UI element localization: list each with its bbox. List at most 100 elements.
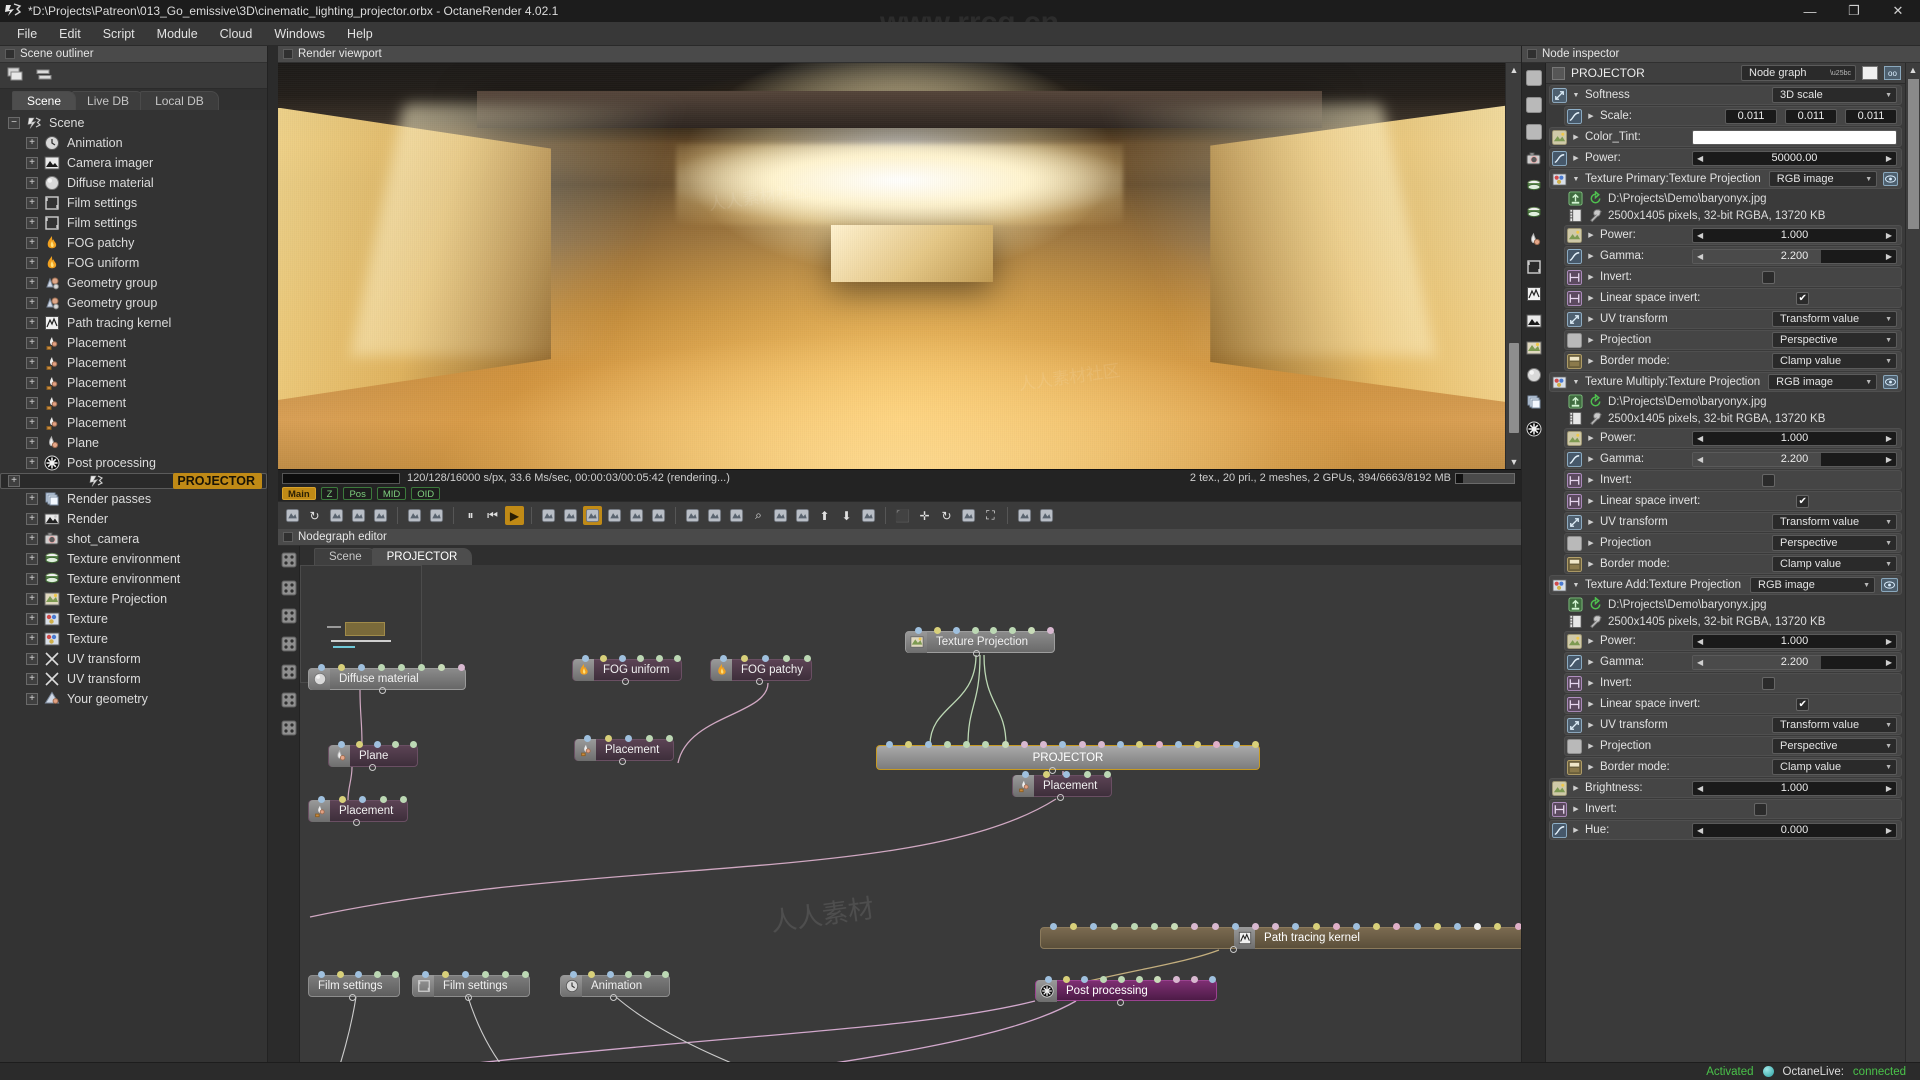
inspector-scrollbar-thumb[interactable]	[1908, 79, 1919, 229]
property-slider-power[interactable]: ◀ 1.000 ▶	[1692, 227, 1897, 243]
color-swatch-color-tint[interactable]	[1692, 129, 1897, 145]
expand-triangle-icon[interactable]: ▶	[1586, 637, 1596, 645]
tree-item-your-geometry[interactable]: + Your geometry	[0, 689, 267, 709]
property-row-gamma[interactable]: ▶ Gamma: ◀ 2.200 ▶	[1564, 246, 1902, 266]
node-input-pin[interactable]	[1097, 741, 1105, 748]
tree-item-render-passes[interactable]: + Render passes	[0, 489, 267, 509]
expand-triangle-icon[interactable]: ▶	[1586, 560, 1596, 568]
expand-triangle-icon[interactable]: ▶	[1586, 476, 1596, 484]
checkbox-invert-bottom[interactable]	[1754, 802, 1768, 816]
property-select-border-mode[interactable]: Clamp value ▼	[1772, 759, 1897, 775]
expand-triangle-icon[interactable]: ▶	[1586, 742, 1596, 750]
node-input-pin[interactable]	[924, 741, 932, 748]
env-icon[interactable]	[1526, 205, 1542, 221]
node-input-pin[interactable]	[1231, 923, 1239, 930]
property-select-uv-transform[interactable]: Transform value ▼	[1772, 717, 1897, 733]
menu-item-script[interactable]: Script	[92, 24, 146, 44]
expand-triangle-icon[interactable]: ▶	[1586, 315, 1596, 323]
menu-item-module[interactable]: Module	[146, 24, 209, 44]
outliner-tab-local-db[interactable]: Local DB	[140, 91, 219, 110]
node-input-pin[interactable]	[379, 796, 387, 803]
property-select-projection[interactable]: Perspective ▼	[1772, 738, 1897, 754]
slider-increment-icon[interactable]: ▶	[1886, 455, 1892, 464]
tree-item-camera-imager[interactable]: + Camera imager	[0, 153, 267, 173]
node-palette-icon[interactable]	[281, 552, 297, 568]
play-render-icon[interactable]: ▶	[505, 506, 524, 525]
focus-icon[interactable]	[327, 506, 346, 525]
property-select-border-mode[interactable]: Clamp value ▼	[1772, 556, 1897, 572]
tree-item-fog-patchy[interactable]: + FOG patchy	[0, 233, 267, 253]
grid-snap-icon[interactable]	[281, 580, 297, 596]
imager-icon-btn[interactable]	[683, 506, 702, 525]
tree-item-geometry-group[interactable]: + Geometry group	[0, 293, 267, 313]
color-picker-icon[interactable]	[583, 506, 602, 525]
property-row-uv-transform[interactable]: ▶ UV transform Transform value ▼	[1564, 512, 1902, 532]
expand-triangle-icon[interactable]: ▶	[1586, 763, 1596, 771]
show-preview-icon[interactable]	[281, 636, 297, 652]
tree-item-texture[interactable]: + Texture	[0, 609, 267, 629]
image-settings-icon[interactable]	[1588, 208, 1603, 223]
node-type-select[interactable]: Node graph \u25bc	[1741, 65, 1856, 81]
node-input-pin[interactable]	[915, 627, 922, 634]
rotate-tool-icon[interactable]: ↻	[937, 506, 956, 525]
crop-icon[interactable]	[705, 506, 724, 525]
reload-image-icon[interactable]	[1588, 393, 1603, 409]
imager-icon[interactable]	[1526, 313, 1542, 329]
node-input-pin[interactable]	[933, 627, 941, 634]
property-row-invert-bottom[interactable]: ▶ Invert:	[1549, 799, 1902, 819]
node-output-pin[interactable]	[972, 650, 980, 657]
node-output-pin[interactable]	[619, 758, 626, 765]
tree-item-animation[interactable]: + Animation	[0, 133, 267, 153]
node-diffuse material[interactable]: Diffuse material	[308, 668, 466, 690]
render-pass-mid[interactable]: MID	[376, 487, 407, 500]
scroll-down-icon[interactable]: ▼	[1506, 455, 1521, 469]
property-slider-gamma[interactable]: ◀ 2.200 ▶	[1692, 451, 1897, 467]
node-input-pin[interactable]	[392, 741, 399, 748]
zoom-icon[interactable]: ⌕	[749, 506, 768, 525]
tree-item-texture-projection[interactable]: + Texture Projection	[0, 589, 267, 609]
collapse-triangle-icon[interactable]: ▼	[1571, 92, 1581, 99]
reset-view-icon[interactable]	[959, 506, 978, 525]
node-input-pin[interactable]	[1104, 771, 1111, 778]
node-input-pin[interactable]	[1174, 741, 1182, 748]
film-icon[interactable]	[1526, 259, 1542, 275]
node-input-pin[interactable]	[1130, 923, 1138, 930]
node-input-pin[interactable]	[720, 655, 727, 662]
expand-icon[interactable]: +	[26, 157, 38, 169]
expand-triangle-icon[interactable]: ▶	[1586, 273, 1596, 281]
slider-increment-icon[interactable]: ▶	[1886, 154, 1892, 163]
expand-triangle-icon[interactable]: ▶	[1586, 294, 1596, 302]
lens-icon[interactable]	[605, 506, 624, 525]
expand-icon[interactable]: +	[26, 337, 38, 349]
property-select-uv-transform[interactable]: Transform value ▼	[1772, 514, 1897, 530]
image-settings-icon[interactable]	[1588, 614, 1603, 629]
expand-icon[interactable]: +	[26, 653, 38, 665]
node-input-pin[interactable]	[410, 741, 417, 748]
node-input-pin[interactable]	[604, 735, 612, 742]
visibility-eye-icon[interactable]	[1883, 172, 1898, 186]
expand-triangle-icon[interactable]: ▶	[1586, 658, 1596, 666]
maximize-button[interactable]: ❐	[1832, 0, 1876, 22]
node-input-pin[interactable]	[1232, 741, 1240, 748]
tree-item-geometry-group[interactable]: + Geometry group	[0, 273, 267, 293]
node-input-pin[interactable]	[570, 971, 577, 978]
copy-icon[interactable]	[771, 506, 790, 525]
load-image-icon[interactable]	[1568, 394, 1583, 409]
property-select-projection[interactable]: Perspective ▼	[1772, 535, 1897, 551]
tree-item-fog-uniform[interactable]: + FOG uniform	[0, 253, 267, 273]
node-output-pin[interactable]	[1230, 946, 1237, 953]
expand-triangle-icon[interactable]: ▶	[1586, 231, 1596, 239]
tree-item-texture-environment[interactable]: + Texture environment	[0, 569, 267, 589]
node-post-processing[interactable]: Post processing	[1035, 979, 1217, 1002]
node-input-pin[interactable]	[318, 664, 325, 671]
panel-grip-icon[interactable]	[283, 49, 293, 59]
node-input-pin[interactable]	[1353, 923, 1360, 930]
outliner-tab-scene[interactable]: Scene	[12, 91, 77, 110]
property-row-border-mode[interactable]: ▶ Border mode: Clamp value ▼	[1564, 351, 1902, 371]
node-input-pin[interactable]	[1209, 976, 1216, 983]
expand-triangle-icon[interactable]: ▶	[1586, 700, 1596, 708]
property-row-uv-transform[interactable]: ▶ UV transform Transform value ▼	[1564, 309, 1902, 329]
pick-material-icon[interactable]	[371, 506, 390, 525]
fit-view-icon[interactable]: ⛶	[981, 506, 1000, 525]
collapse-triangle-icon[interactable]: ▼	[1571, 379, 1581, 386]
